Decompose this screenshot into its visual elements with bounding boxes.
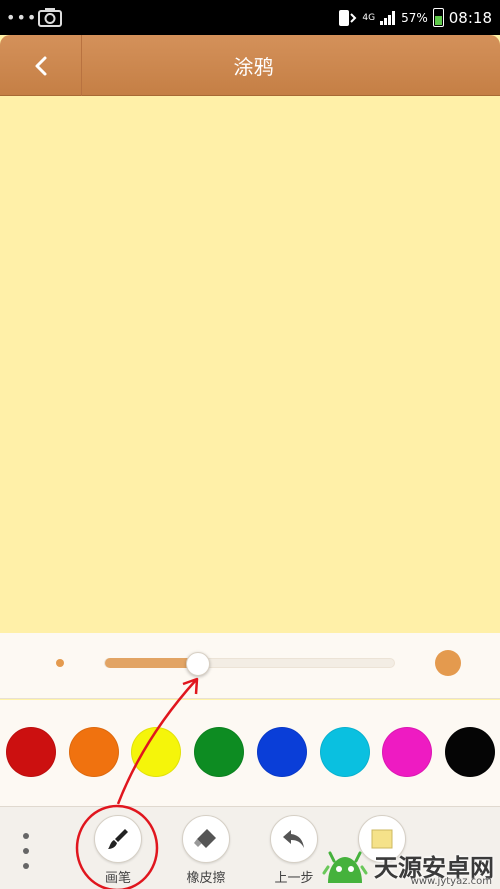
app-header: 涂鸦: [0, 35, 500, 96]
watermark-url: www.jytyaz.com: [410, 876, 492, 887]
color-palette: [0, 700, 500, 806]
color-swatch-cyan[interactable]: [319, 727, 370, 777]
color-swatch-magenta[interactable]: [382, 727, 433, 777]
brush-size-row: [0, 633, 500, 699]
eraser-icon: [194, 829, 216, 848]
brush-icon: [108, 829, 128, 849]
network-type: 4G: [362, 12, 376, 23]
battery-percent: 57%: [401, 10, 428, 25]
color-swatch-blue[interactable]: [256, 727, 307, 777]
color-swatch-orange[interactable]: [68, 727, 119, 777]
bottom-toolbar: 画笔 橡皮擦 上一步 天源安卓网 www.jytyaz.com: [0, 806, 500, 889]
device-vibrate-icon: [339, 9, 357, 26]
chevron-left-icon: [35, 56, 46, 75]
brush-tool-button[interactable]: 画笔: [88, 815, 148, 889]
small-size-icon: [56, 659, 64, 667]
eraser-tool-button[interactable]: 橡皮擦: [176, 815, 236, 889]
slider-fill: [105, 658, 199, 668]
clock: 08:18: [448, 8, 492, 27]
color-swatch-black[interactable]: [444, 727, 495, 777]
color-swatch-yellow[interactable]: [131, 727, 182, 777]
eraser-label: 橡皮擦: [186, 871, 226, 886]
large-size-icon: [435, 650, 461, 676]
drawing-canvas[interactable]: [0, 96, 500, 633]
status-bar: ••• 4G 57% 08:18: [0, 0, 500, 35]
watermark-android-logo: [322, 851, 368, 883]
signal-icon: [380, 10, 396, 25]
color-swatch-red[interactable]: [6, 727, 56, 777]
undo-icon: [283, 830, 304, 848]
more-notifications-icon: •••: [6, 8, 38, 27]
more-menu-button[interactable]: [18, 833, 34, 869]
color-swatch-green[interactable]: [194, 727, 245, 777]
brush-size-slider[interactable]: [104, 652, 395, 676]
slider-thumb[interactable]: [186, 652, 211, 676]
screenshot-icon: [38, 8, 62, 27]
undo-button[interactable]: 上一步: [264, 815, 324, 889]
undo-label: 上一步: [274, 871, 314, 886]
brush-label: 画笔: [104, 871, 131, 886]
battery-icon: [432, 8, 444, 27]
page-title: 涂鸦: [233, 55, 274, 79]
back-button[interactable]: [0, 35, 82, 96]
